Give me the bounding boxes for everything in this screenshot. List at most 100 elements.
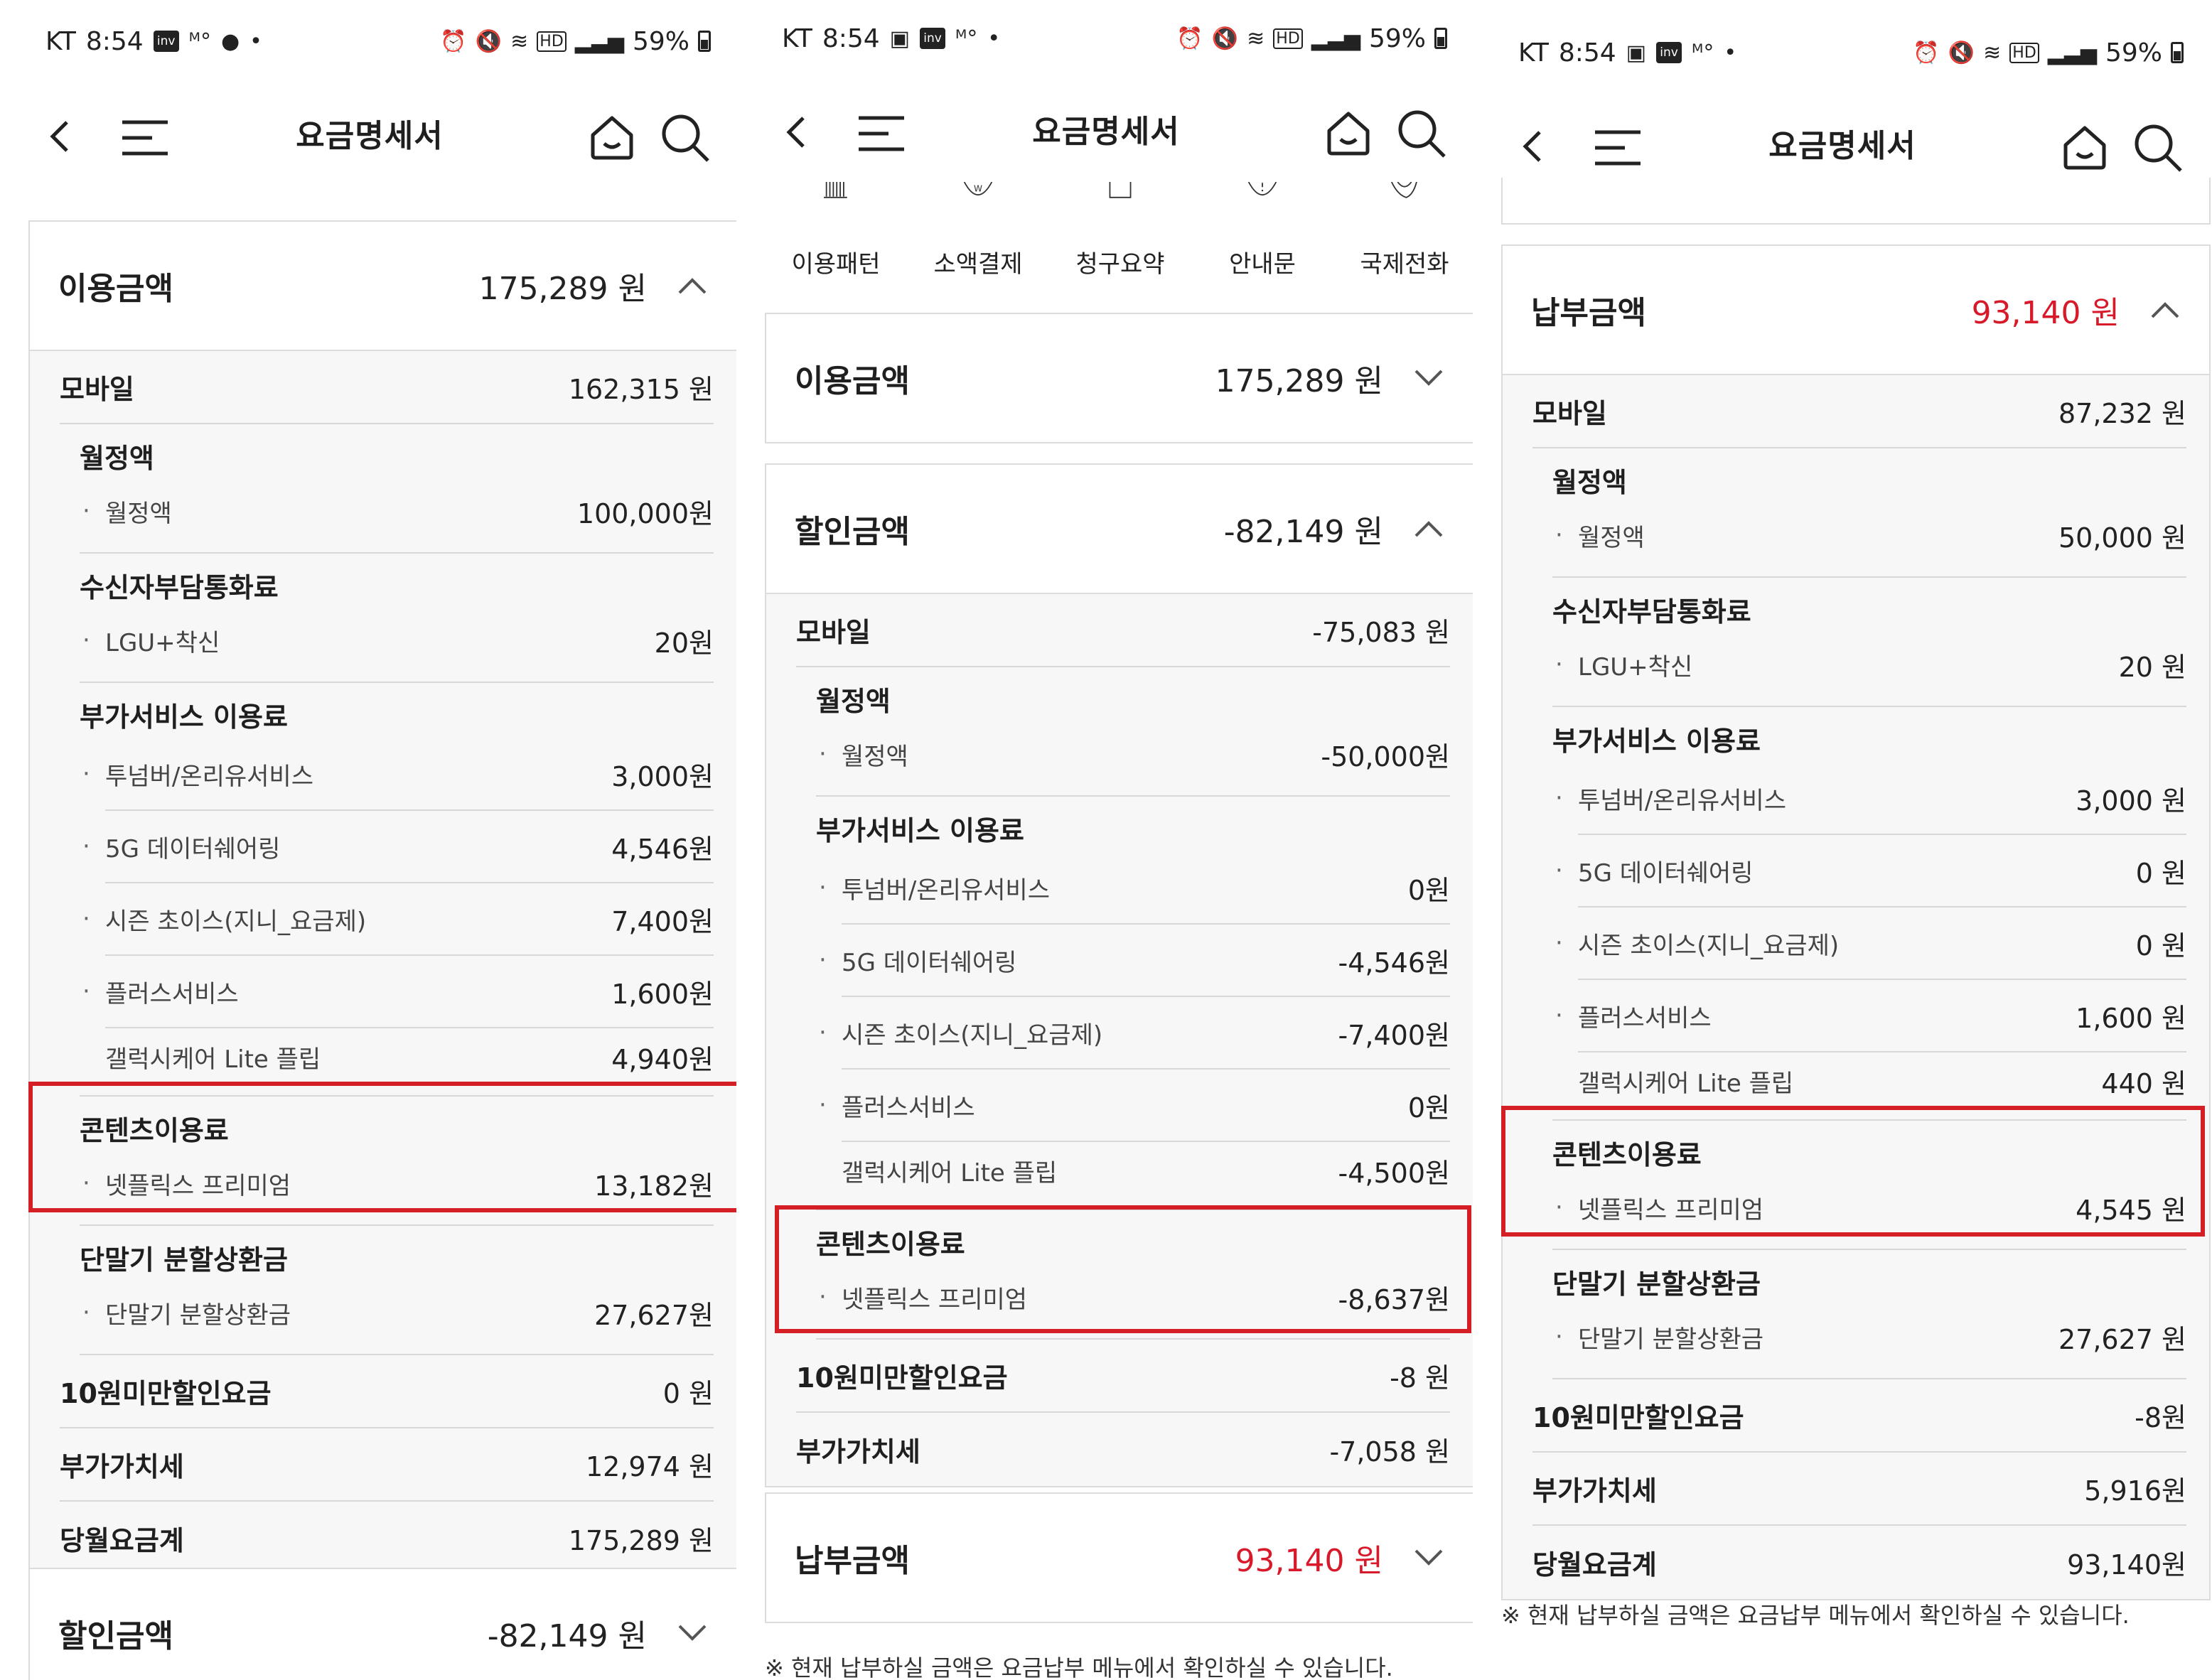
line-item: 시즌 초이스(지니_요금제)7,400원 xyxy=(82,883,714,956)
monthly-fee-group: 월정액 월정액50,000 원 xyxy=(1552,448,2186,578)
usage-amount-value: 175,289 원 xyxy=(1215,363,1383,399)
tab-bill-summary[interactable]: 청구요약 xyxy=(1049,182,1191,296)
app-notification-icon: inv xyxy=(153,31,179,52)
line-item: 플러스서비스1,600 원 xyxy=(1555,980,2186,1052)
under-10-discount-row: 10원미만할인요금 -8 원 xyxy=(796,1340,1450,1413)
status-bar: KT 8:54 ▣ inv ᴹ° • ⏰ 🔇 ≋ HD ▂▃▅ 59% xyxy=(1473,31,2212,74)
notification-icon: ᴹ° xyxy=(955,26,978,51)
tab-label: 이용패턴 xyxy=(791,250,881,279)
screenshot-panel-1: KT 8:54 inv ᴹ° ● • ⏰ 🔇 ≋ HD ▂▃▅ 59% 요금명세… xyxy=(0,0,739,1680)
monthly-fee-group: 월정액 월정액100,000원 xyxy=(80,424,714,554)
hamburger-menu-icon[interactable] xyxy=(856,114,907,154)
group-title: 월정액 xyxy=(816,686,891,717)
group-title: 수신자부담통화료 xyxy=(80,572,279,603)
chevron-down-icon[interactable] xyxy=(1413,1548,1444,1568)
notification-icon: ᴹ° xyxy=(1692,40,1714,65)
tab-micropayment[interactable]: W 소액결제 xyxy=(907,182,1049,296)
usage-amount-card: 이용금액 175,289 원 xyxy=(765,313,1474,443)
signal-icon: ▂▃▅ xyxy=(574,28,624,54)
battery-percent: 59% xyxy=(2105,38,2162,68)
usage-amount-value: 175,289 원 xyxy=(478,271,647,307)
mobile-label: 모바일 xyxy=(60,374,134,405)
line-item: LGU+착신20원 xyxy=(80,609,714,672)
battery-percent: 59% xyxy=(1368,23,1426,53)
collect-call-group: 수신자부담통화료 LGU+착신20 원 xyxy=(1552,578,2186,707)
mute-icon: 🔇 xyxy=(475,28,503,54)
payment-note: ※ 현재 납부하실 금액은 요금납부 메뉴에서 확인하실 수 있습니다. xyxy=(765,1654,1393,1680)
home-icon[interactable] xyxy=(587,112,637,162)
line-item: 갤럭시케어 Lite 플립-4,500원 xyxy=(842,1142,1450,1199)
screenshot-panel-3: KT 8:54 ▣ inv ᴹ° • ⏰ 🔇 ≋ HD ▂▃▅ 59% 요금명세… xyxy=(1473,0,2212,1680)
search-icon[interactable] xyxy=(658,111,711,163)
payment-amount-card: 납부금액 93,140 원 xyxy=(765,1492,1474,1623)
back-arrow-icon[interactable] xyxy=(40,115,82,158)
tab-international-call[interactable]: 국제전화 xyxy=(1333,182,1476,296)
under-10-discount-row: 10원미만할인요금 -8원 xyxy=(1532,1379,2186,1453)
line-item: 5G 데이터쉐어링4,546원 xyxy=(82,811,714,883)
signal-icon: ▂▃▅ xyxy=(2047,40,2097,65)
highlight-box xyxy=(1501,1106,2205,1237)
line-item: 월정액100,000원 xyxy=(80,480,714,542)
hd-icon: HD xyxy=(1273,28,1303,49)
line-item: LGU+착신20 원 xyxy=(1552,633,2186,696)
app-notification-icon: inv xyxy=(1656,42,1682,63)
discount-amount-header[interactable]: 할인금액 -82,149 원 xyxy=(30,1569,736,1680)
discount-value: -82,149 원 xyxy=(1223,514,1383,550)
chevron-up-icon[interactable] xyxy=(1413,519,1444,539)
bill-summary-icon xyxy=(1109,182,1132,198)
shortcut-tabs: 이용패턴 W 소액결제 청구요약 안내문 국제전화 xyxy=(765,182,1476,296)
hamburger-menu-icon[interactable] xyxy=(1592,128,1643,168)
chevron-up-icon[interactable] xyxy=(677,276,708,296)
addon-service-group: 부가서비스 이용료 투넘버/온리유서비스3,000원 5G 데이터쉐어링4,54… xyxy=(80,683,714,1097)
line-item: 5G 데이터쉐어링0 원 xyxy=(1555,835,2186,908)
wifi-icon: ≋ xyxy=(510,28,529,54)
battery-icon xyxy=(1434,28,1447,49)
wifi-icon: ≋ xyxy=(1247,26,1265,51)
top-nav: 요금명세서 xyxy=(736,90,1476,175)
line-item: 플러스서비스1,600원 xyxy=(82,956,714,1028)
home-icon[interactable] xyxy=(1324,108,1373,158)
won-coin-icon: W xyxy=(963,182,993,195)
line-item: 단말기 분할상환금27,627 원 xyxy=(1552,1305,2186,1368)
more-notifications-icon: • xyxy=(987,26,1001,51)
usage-amount-header[interactable]: 이용금액 175,289 원 xyxy=(30,222,736,350)
line-item: 월정액50,000 원 xyxy=(1552,504,2186,566)
gallery-icon: ▣ xyxy=(1626,40,1647,65)
mobile-row: 모바일 162,315 원 xyxy=(60,351,714,424)
monthly-fee-group: 월정액 월정액-50,000원 xyxy=(816,667,1450,797)
search-icon[interactable] xyxy=(1395,107,1447,159)
carrier-label: KT xyxy=(782,23,812,53)
line-item: 투넘버/온리유서비스0원 xyxy=(819,852,1450,925)
payment-details: 모바일87,232 원 월정액 월정액50,000 원 수신자부담통화료 LGU… xyxy=(1503,374,2209,1599)
search-icon[interactable] xyxy=(2131,121,2184,173)
payment-amount-card: 납부금액 93,140 원 모바일87,232 원 월정액 월정액50,000 … xyxy=(1501,244,2211,1600)
carrier-label: KT xyxy=(45,26,76,56)
svg-text:W: W xyxy=(974,183,982,193)
highlight-box xyxy=(28,1082,739,1212)
line-item: 5G 데이터쉐어링-4,546원 xyxy=(819,925,1450,997)
home-icon[interactable] xyxy=(2060,122,2110,172)
tab-label: 소액결제 xyxy=(933,250,1023,279)
payment-value: 93,140 원 xyxy=(1235,1543,1383,1579)
chevron-down-icon[interactable] xyxy=(1413,368,1444,388)
top-nav: 요금명세서 xyxy=(1473,104,2212,189)
usage-amount-header[interactable]: 이용금액 175,289 원 xyxy=(766,314,1473,442)
tab-notice[interactable]: 안내문 xyxy=(1191,182,1333,296)
tab-usage-pattern[interactable]: 이용패턴 xyxy=(765,182,907,296)
hamburger-menu-icon[interactable] xyxy=(119,118,171,158)
back-arrow-icon[interactable] xyxy=(776,111,819,154)
discount-amount-header[interactable]: 할인금액 -82,149 원 xyxy=(766,465,1473,593)
more-notifications-icon: • xyxy=(1724,40,1737,65)
group-title: 단말기 분할상환금 xyxy=(80,1244,288,1276)
back-arrow-icon[interactable] xyxy=(1513,125,1555,168)
discount-details: 모바일-75,083 원 월정액 월정액-50,000원 부가서비스 이용료 투… xyxy=(766,593,1473,1486)
vat-row: 부가가치세 5,916원 xyxy=(1532,1453,2186,1526)
chat-notification-icon: ● xyxy=(220,28,240,54)
group-title: 부가서비스 이용료 xyxy=(80,701,288,733)
payment-value: 93,140 원 xyxy=(1971,295,2120,331)
chevron-down-icon[interactable] xyxy=(677,1623,708,1643)
chevron-up-icon[interactable] xyxy=(2149,300,2181,320)
payment-amount-header[interactable]: 납부금액 93,140 원 xyxy=(1503,246,2209,374)
payment-amount-header[interactable]: 납부금액 93,140 원 xyxy=(766,1494,1473,1622)
highlight-box xyxy=(775,1205,1471,1333)
